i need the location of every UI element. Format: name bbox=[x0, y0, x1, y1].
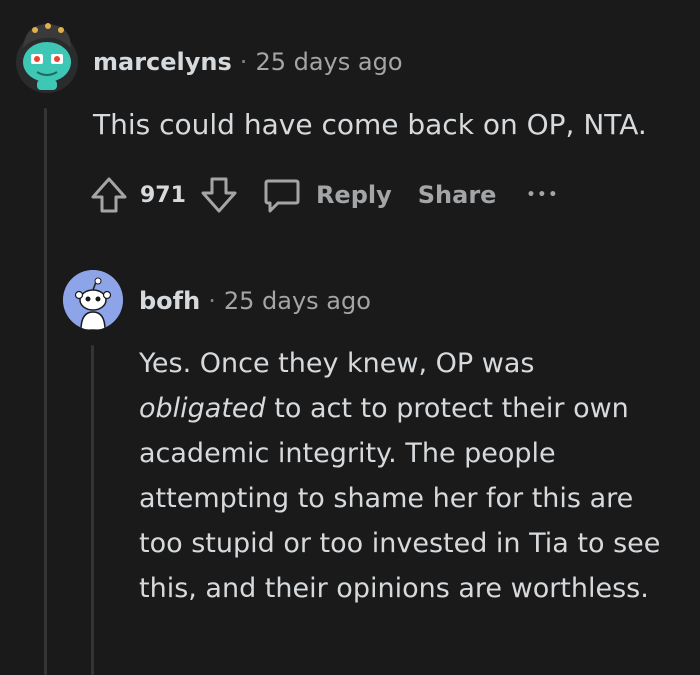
comment-meta: marcelyns · 25 days ago bbox=[93, 48, 403, 76]
reply-body-text-2: to act to protect their own academic int… bbox=[139, 393, 661, 604]
user-avatar-marcelyns[interactable] bbox=[15, 18, 79, 94]
comment-action-bar: 971 Reply Share ••• bbox=[88, 172, 559, 218]
reply-meta-separator: · bbox=[208, 287, 216, 315]
share-button[interactable]: Share bbox=[418, 181, 497, 209]
downvote-button[interactable] bbox=[198, 174, 240, 216]
reply-body-text-1: Yes. Once they knew, OP was bbox=[139, 348, 535, 379]
reply-username[interactable]: bofh bbox=[139, 287, 200, 315]
snoo-avatar-icon bbox=[16, 23, 78, 93]
upvote-button[interactable] bbox=[88, 174, 130, 216]
username[interactable]: marcelyns bbox=[93, 48, 232, 76]
upvote-arrow-icon bbox=[91, 177, 127, 213]
reply-label: Reply bbox=[315, 181, 392, 209]
thread-line-reply[interactable] bbox=[91, 345, 94, 675]
vote-score: 971 bbox=[140, 182, 186, 208]
downvote-arrow-icon bbox=[201, 177, 237, 213]
timestamp[interactable]: 25 days ago bbox=[255, 48, 402, 76]
reply-meta: bofh · 25 days ago bbox=[139, 287, 371, 315]
more-options-button[interactable]: ••• bbox=[526, 187, 559, 203]
comment-body: This could have come back on OP, NTA. bbox=[93, 108, 647, 141]
comment-bubble-icon bbox=[264, 179, 300, 213]
thread-line-comment[interactable] bbox=[44, 108, 47, 675]
reply-timestamp[interactable]: 25 days ago bbox=[224, 287, 371, 315]
user-avatar-bofh[interactable] bbox=[63, 270, 123, 330]
reply-body-emphasis: obligated bbox=[139, 393, 266, 424]
reply-button[interactable]: Reply bbox=[262, 175, 392, 215]
reply-body: Yes. Once they knew, OP was obligated to… bbox=[139, 341, 684, 611]
default-snoo-icon bbox=[63, 270, 123, 330]
meta-separator: · bbox=[239, 48, 248, 76]
